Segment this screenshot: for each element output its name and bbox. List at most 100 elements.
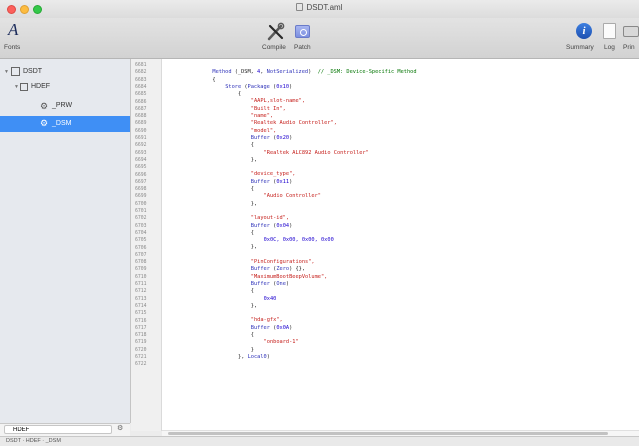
log-button[interactable]: Log bbox=[600, 20, 620, 56]
code-line: { bbox=[162, 142, 639, 149]
code-token: ) bbox=[289, 178, 293, 185]
line-number: 6714 bbox=[135, 303, 147, 309]
print-label: Prin bbox=[623, 44, 635, 51]
code-token: Buffer bbox=[250, 134, 270, 141]
line-number: 6713 bbox=[135, 296, 147, 302]
line-number: 6722 bbox=[135, 362, 147, 368]
code-token: (_DSM, bbox=[231, 69, 258, 76]
code-line: "name", bbox=[162, 113, 639, 120]
patch-icon bbox=[295, 25, 310, 38]
code-line: Buffer (0x0A) bbox=[162, 325, 639, 332]
code-line: "Built In", bbox=[162, 106, 639, 113]
code-token: Buffer bbox=[250, 266, 270, 273]
sidebar-search: ⌕ ⚙ bbox=[0, 423, 130, 436]
gear-icon[interactable]: ⚙ bbox=[117, 424, 123, 432]
code-token: "AAPL,slot-name", bbox=[250, 98, 306, 105]
code-token: 0x11 bbox=[276, 178, 290, 185]
sidebar-tree: ▼ DSDT ▼ HDEF ⚙ _PRW ⚙ _DSM bbox=[0, 59, 131, 423]
line-number: 6695 bbox=[135, 165, 147, 171]
tree-item-label: _DSM bbox=[52, 120, 72, 127]
code-line: { bbox=[162, 91, 639, 98]
line-number: 6711 bbox=[135, 282, 147, 287]
disclosure-expanded-icon: ▼ bbox=[14, 84, 19, 90]
scrollbar-thumb[interactable] bbox=[168, 432, 608, 435]
code-line: { bbox=[162, 77, 639, 84]
line-number: 6690 bbox=[135, 128, 147, 134]
line-number: 6687 bbox=[135, 106, 147, 112]
method-icon: ⚙ bbox=[40, 118, 49, 128]
code-token: Local0 bbox=[247, 353, 267, 360]
tree-item-label: HDEF bbox=[31, 83, 51, 90]
code-token: "hda-gfx", bbox=[250, 317, 283, 324]
line-number: 6721 bbox=[135, 355, 147, 360]
code-editor[interactable]: Method (_DSM, 4, NotSerialized) // _DSM:… bbox=[162, 59, 639, 431]
tree-item-dsdt[interactable]: ▼ DSDT bbox=[0, 65, 130, 80]
tree-item-label: DSDT bbox=[23, 68, 43, 75]
code-token: ) bbox=[289, 324, 293, 331]
line-number: 6692 bbox=[135, 143, 147, 149]
code-token: }, bbox=[238, 353, 248, 360]
compile-button[interactable]: Compile bbox=[260, 20, 290, 56]
line-number: 6686 bbox=[135, 99, 147, 105]
code-line: "onboard-1" bbox=[162, 339, 639, 346]
code-token: Buffer bbox=[250, 324, 270, 331]
method-icon: ⚙ bbox=[40, 101, 49, 111]
line-number: 6704 bbox=[135, 230, 147, 236]
tree-item-dsm[interactable]: ⚙ _DSM bbox=[0, 116, 130, 132]
code-token: }, bbox=[250, 200, 258, 207]
tree-item-hdef[interactable]: ▼ HDEF bbox=[0, 80, 130, 95]
line-number: 6710 bbox=[135, 274, 147, 280]
log-label: Log bbox=[604, 44, 615, 51]
fonts-label: Fonts bbox=[4, 44, 21, 51]
code-line: { bbox=[162, 230, 639, 237]
line-number: 6702 bbox=[135, 216, 147, 222]
summary-button[interactable]: i Summary bbox=[566, 20, 600, 56]
print-button[interactable]: Prin bbox=[620, 20, 639, 56]
wrench-screwdriver-icon bbox=[267, 22, 285, 41]
code-token: 0x20 bbox=[276, 134, 290, 141]
code-token: "Realtek Audio Controller", bbox=[250, 120, 337, 127]
line-number: 6683 bbox=[135, 77, 147, 83]
code-line: { bbox=[162, 288, 639, 295]
tree-item-prw[interactable]: ⚙ _PRW bbox=[0, 99, 130, 114]
code-token: { bbox=[250, 142, 254, 149]
code-token: ) bbox=[308, 69, 318, 76]
summary-label: Summary bbox=[566, 44, 594, 51]
code-token: Buffer bbox=[250, 178, 270, 185]
line-number: 6703 bbox=[135, 223, 147, 229]
code-token: Method bbox=[212, 69, 232, 76]
code-token: { bbox=[250, 331, 254, 338]
code-line: }, bbox=[162, 244, 639, 251]
toolbar: A Fonts Compile Patch i Summary Log Prin bbox=[0, 18, 639, 59]
code-text[interactable]: Method (_DSM, 4, NotSerialized) // _DSM:… bbox=[162, 62, 639, 368]
code-token: Zero bbox=[276, 266, 290, 273]
fonts-button[interactable]: A Fonts bbox=[4, 20, 26, 56]
code-token: ) bbox=[266, 353, 270, 360]
code-line: "Realtek ALC892 Audio Controller" bbox=[162, 150, 639, 157]
code-line: "MaximumBootBeepVolume", bbox=[162, 274, 639, 281]
code-line: 0x0C, 0x00, 0x00, 0x00 bbox=[162, 237, 639, 244]
search-input[interactable] bbox=[4, 425, 112, 434]
code-token: }, bbox=[250, 302, 258, 309]
code-line: Method (_DSM, 4, NotSerialized) // _DSM:… bbox=[162, 69, 639, 76]
code-line: "AAPL,slot-name", bbox=[162, 98, 639, 105]
window-title-text: DSDT.aml bbox=[306, 3, 343, 12]
path-bar-text: DSDT · HDEF · _DSM bbox=[6, 438, 61, 444]
code-line: { bbox=[162, 332, 639, 339]
patch-button[interactable]: Patch bbox=[290, 20, 314, 56]
code-line: Buffer (Zero) {}, bbox=[162, 266, 639, 273]
code-line: } bbox=[162, 347, 639, 354]
code-token: "onboard-1" bbox=[263, 339, 299, 346]
line-number: 6682 bbox=[135, 70, 147, 76]
code-line: 0x40 bbox=[162, 296, 639, 303]
code-token: 0x0A bbox=[276, 324, 290, 331]
code-token: Buffer bbox=[250, 280, 270, 287]
line-number: 6684 bbox=[135, 84, 147, 90]
code-token: ) bbox=[289, 222, 293, 229]
code-token: }, bbox=[250, 156, 258, 163]
line-number-gutter: 6681 6682 6683 6684 6685 6686 6687 6688 6689 6690… bbox=[131, 59, 162, 431]
line-number: 6698 bbox=[135, 187, 147, 193]
table-icon bbox=[11, 67, 20, 76]
